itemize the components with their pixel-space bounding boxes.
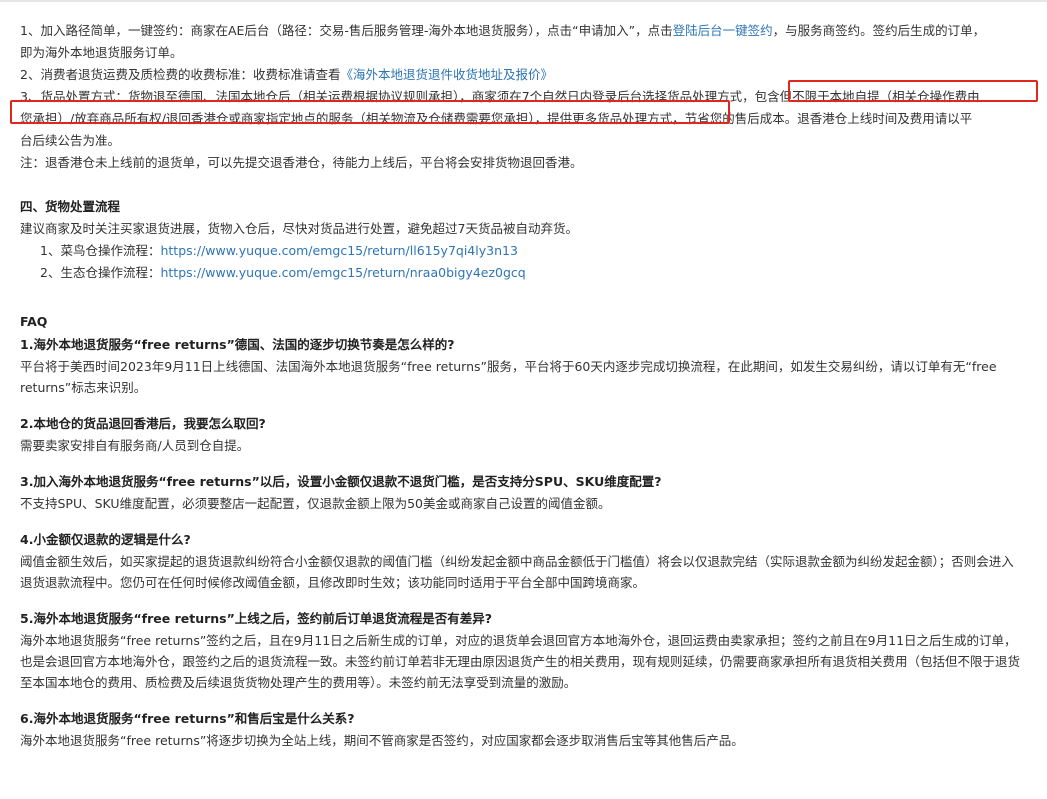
- paragraph-disposal-1: 3、货品处置方式：货物退至德国、法国本地仓后（相关运费根据协议规则承担），商家须…: [20, 86, 1025, 108]
- join-path-text-2: ，与服务商签约。签约后生成的订单，: [772, 23, 986, 38]
- faq-question: 3.加入海外本地退货服务“free returns”以后，设置小金额仅退款不退货…: [20, 474, 662, 489]
- faq-answer: 海外本地退货服务“free returns”将逐步切换为全站上线，期间不管商家是…: [20, 733, 744, 748]
- cainiao-process-link[interactable]: https://www.yuque.com/emgc15/return/ll61…: [160, 243, 517, 258]
- note-text: 注：退香港仓未上线前的退货单，可以先提交退香港仓，待能力上线后，平台将会安排货物…: [20, 155, 583, 170]
- faq-question: 6.海外本地退货服务“free returns”和售后宝是什么关系?: [20, 711, 355, 726]
- faq-title: FAQ: [20, 314, 48, 329]
- join-path-text: 1、加入路径简单，一键签约：商家在AE后台（路径：交易-售后服务管理-海外本地退…: [20, 23, 673, 38]
- process-label: 2、生态仓操作流程：: [40, 265, 161, 280]
- faq-question: 2.本地仓的货品退回香港后，我要怎么取回?: [20, 416, 266, 431]
- join-path-text-3: 即为海外本地退货服务订单。: [20, 45, 183, 60]
- disposal-text-2: 节省您的售后成本。退香港仓上线时间及费用请以平: [684, 111, 973, 126]
- section-4-intro: 建议商家及时关注买家退货进展，货物入仓后，尽快对货品进行处置，避免超过7天货品被…: [20, 221, 578, 236]
- section-4-title: 四、货物处置流程: [20, 199, 121, 214]
- one-click-sign-link[interactable]: 登陆后台一键签约: [673, 23, 773, 38]
- disposal-text-3: 台后续公告为准。: [20, 133, 121, 148]
- faq-question: 4.小金额仅退款的逻辑是什么?: [20, 532, 191, 547]
- faq-answer: 阈值金额生效后，如买家提起的退货退款纠纷符合小金额仅退款的阈值门槛（纠纷发起金额…: [20, 554, 1014, 590]
- faq-answer: 需要卖家安排自有服务商/人员到仓自提。: [20, 438, 250, 453]
- process-item-cainiao: 1、菜鸟仓操作流程：https://www.yuque.com/emgc15/r…: [20, 240, 1025, 262]
- price-list-link[interactable]: 《海外本地退货退件收货地址及报价》: [340, 67, 553, 82]
- highlighted-text-2: 您承担）/放弃商品所有权/退回香港仓或商家指定地点的服务（相关物流及仓储费需要您…: [20, 111, 685, 126]
- top-divider: [0, 0, 1047, 2]
- paragraph-disposal-2: 您承担）/放弃商品所有权/退回香港仓或商家指定地点的服务（相关物流及仓储费需要您…: [20, 108, 1025, 130]
- faq-question: 1.海外本地退货服务“free returns”德国、法国的逐步切换节奏是怎么样…: [20, 337, 455, 352]
- faq-answer: 平台将于美西时间2023年9月11日上线德国、法国海外本地退货服务“free r…: [20, 359, 997, 395]
- fee-standard-text: 2、消费者退货运费及质检费的收费标准：收费标准请查看: [20, 67, 341, 82]
- faq-answer: 不支持SPU、SKU维度配置，必须要整店一起配置，仅退款金额上限为50美金或商家…: [20, 496, 611, 511]
- faq-answer: 海外本地退货服务“free returns”签约之后，且在9月11日之后新生成的…: [20, 633, 1021, 690]
- paragraph-fee-standard: 2、消费者退货运费及质检费的收费标准：收费标准请查看《海外本地退货退件收货地址及…: [20, 64, 1025, 86]
- paragraph-join-path: 1、加入路径简单，一键签约：商家在AE后台（路径：交易-售后服务管理-海外本地退…: [20, 20, 1025, 42]
- document-body: 1、加入路径简单，一键签约：商家在AE后台（路径：交易-售后服务管理-海外本地退…: [10, 20, 1038, 751]
- section-3-block: 1、加入路径简单，一键签约：商家在AE后台（路径：交易-售后服务管理-海外本地退…: [10, 20, 1038, 174]
- ecosystem-process-link[interactable]: https://www.yuque.com/emgc15/return/nraa…: [160, 265, 525, 280]
- process-item-ecosystem: 2、生态仓操作流程：https://www.yuque.com/emgc15/r…: [20, 262, 1025, 284]
- faq-question: 5.海外本地退货服务“free returns”上线之后，签约前后订单退货流程是…: [20, 611, 493, 626]
- disposal-text: 3、货品处置方式：货物退至德国、法国本地仓后（相关运费根据协议规则承担），商家须…: [20, 89, 755, 104]
- highlighted-text-1: 包含但不限于本地自提（相关仓操作费由: [754, 89, 980, 104]
- process-label: 1、菜鸟仓操作流程：: [40, 243, 161, 258]
